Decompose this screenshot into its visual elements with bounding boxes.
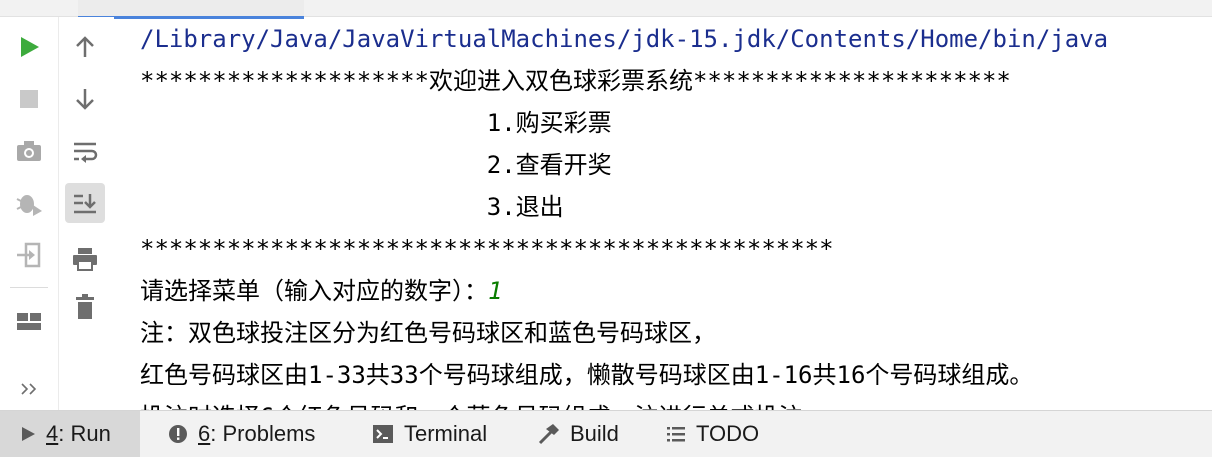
console-line-note-1: 注：双色球投注区分为红色号码球区和蓝色号码球区， <box>140 319 716 347</box>
console-output[interactable]: /Library/Java/JavaVirtualMachines/jdk-15… <box>140 17 1212 410</box>
build-tab[interactable]: Build <box>536 411 619 457</box>
todo-tab-label: TODO <box>696 421 760 446</box>
terminal-icon <box>373 425 393 443</box>
print-button[interactable] <box>65 239 105 279</box>
list-icon <box>667 427 685 442</box>
run-tab-key: 4 <box>46 421 59 446</box>
run-toolbar <box>0 17 59 410</box>
top-tab-strip <box>0 0 1212 19</box>
stop-icon <box>20 90 38 108</box>
tool-window-bar: 4: Run 6: Problems Terminal Build TODO <box>0 410 1212 457</box>
camera-icon <box>17 141 41 161</box>
stop-button[interactable] <box>9 79 49 119</box>
down-button[interactable] <box>65 79 105 119</box>
more-button[interactable] <box>9 369 49 409</box>
user-input: 1 <box>488 277 503 305</box>
toolbar-separator <box>10 287 48 288</box>
run-button[interactable] <box>9 27 49 67</box>
prompt-text: 请选择菜单（输入对应的数字）： <box>140 277 488 305</box>
terminal-tab-label: Terminal <box>404 421 488 446</box>
clear-button[interactable] <box>65 287 105 327</box>
debug-button[interactable] <box>9 183 49 223</box>
more-icon <box>21 383 37 395</box>
hammer-icon <box>538 424 559 445</box>
terminal-tab[interactable]: Terminal <box>372 411 487 457</box>
soft-wrap-icon <box>74 142 98 163</box>
console-line-menu-1: 1.购买彩票 <box>140 109 612 137</box>
attach-button[interactable] <box>9 235 49 275</box>
todo-tab[interactable]: TODO <box>666 411 759 457</box>
soft-wrap-button[interactable] <box>65 131 105 171</box>
run-tab-label: : Run <box>58 421 111 446</box>
layout-icon <box>17 313 41 330</box>
console-line-prompt: 请选择菜单（输入对应的数字）：1 <box>140 270 502 312</box>
console-line-command: /Library/Java/JavaVirtualMachines/jdk-15… <box>140 25 1109 53</box>
print-icon <box>73 248 97 271</box>
login-icon <box>17 242 41 268</box>
console-line-divider: ****************************************… <box>140 235 834 263</box>
problems-tab[interactable]: 6: Problems <box>168 411 315 457</box>
run-tab[interactable]: 4: Run <box>0 411 140 457</box>
console-toolbar <box>59 17 114 410</box>
run-icon <box>21 37 39 57</box>
up-button[interactable] <box>65 27 105 67</box>
run-tab-icon <box>22 427 35 441</box>
console-line-note-3: 投注时选择6个红色号码和一个蓝色号码组成一注进行单式投注 <box>140 396 802 410</box>
scroll-to-end-icon <box>74 194 96 214</box>
scroll-to-end-button[interactable] <box>65 183 105 223</box>
problems-tab-key: 6 <box>198 421 211 446</box>
screenshot-button[interactable] <box>9 131 49 171</box>
build-tab-label: Build <box>570 421 619 446</box>
trash-icon <box>76 294 94 319</box>
up-arrow-icon <box>76 36 94 57</box>
console-line-note-2: 红色号码球区由1-33共33个号码球组成，懒散号码球区由1-16共16个号码球组… <box>140 361 1034 389</box>
problems-icon <box>169 425 187 443</box>
console-line-menu-2: 2.查看开奖 <box>140 151 612 179</box>
console-line-banner: ********************欢迎进入双色球彩票系统*********… <box>140 67 1011 95</box>
problems-tab-label: : Problems <box>210 421 316 446</box>
layout-button[interactable] <box>9 301 49 341</box>
console-line-menu-3: 3.退出 <box>140 193 564 221</box>
debug-icon <box>16 195 42 216</box>
down-arrow-icon <box>76 89 94 110</box>
